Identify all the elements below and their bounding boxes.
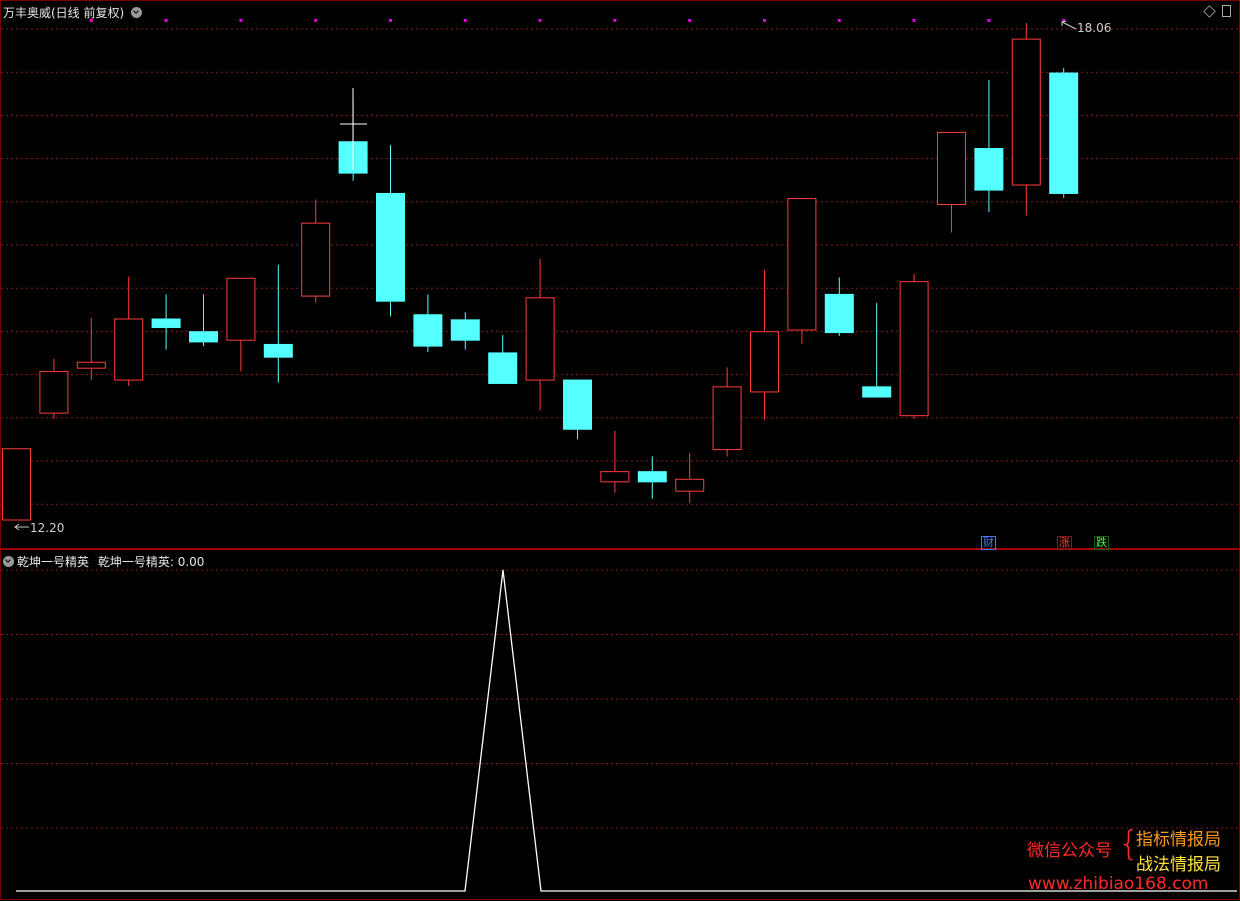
- indicator-value: 0.00: [177, 555, 205, 569]
- candle-body: [450, 319, 480, 341]
- candle: [39, 358, 69, 420]
- candle: [450, 312, 480, 350]
- candle-body: [712, 386, 742, 451]
- candle: [189, 294, 218, 347]
- candle: [488, 335, 518, 384]
- candle: [862, 302, 892, 398]
- min-price-label: 12.20: [30, 521, 64, 535]
- candle: [1049, 67, 1079, 198]
- candle-body: [862, 386, 892, 398]
- candle-body: [413, 314, 443, 347]
- candle-body: [600, 471, 630, 483]
- top-marker: [239, 19, 243, 22]
- candle-body: [39, 371, 69, 414]
- main-title: 万丰奥威(日线 前复权): [3, 6, 125, 20]
- finance-event-tag[interactable]: 财: [981, 536, 996, 550]
- min-price-annotation: 12.20: [14, 521, 64, 535]
- indicator-dropdown-icon[interactable]: [3, 556, 14, 567]
- candle-body: [189, 331, 218, 343]
- rise-event-tag[interactable]: 涨: [1057, 536, 1072, 550]
- candle-body: [226, 277, 256, 341]
- top-marker: [987, 19, 991, 22]
- top-marker: [912, 19, 916, 22]
- candle-body: [525, 297, 555, 381]
- candle: [525, 258, 555, 411]
- candle: [824, 277, 854, 336]
- candle-body: [787, 198, 817, 331]
- candle: [413, 294, 443, 353]
- indicator-label: 乾坤一号精英: [97, 555, 170, 569]
- candle: [600, 430, 630, 493]
- candle-body: [1011, 38, 1041, 186]
- max-price-annotation: 18.06: [1061, 20, 1111, 35]
- candle-body: [750, 331, 779, 393]
- top-marker: [164, 19, 168, 22]
- indicator-grid: [1, 569, 1239, 829]
- candle-body: [376, 192, 405, 302]
- max-price-label: 18.06: [1077, 21, 1111, 35]
- candle-body: [151, 318, 181, 328]
- top-marker: [763, 19, 766, 22]
- top-marker: [314, 19, 318, 22]
- top-markers: [89, 19, 1066, 22]
- watermark-url: www.zhibiao168.com: [1028, 874, 1209, 894]
- candlestick-series: [2, 23, 1079, 521]
- candle: [563, 379, 592, 440]
- candle: [263, 264, 293, 383]
- candle: [226, 277, 256, 372]
- candle: [750, 269, 779, 420]
- candle: [637, 456, 667, 499]
- candle: [151, 294, 181, 350]
- candle-body: [824, 293, 854, 334]
- chart-frame: 18.06 12.20: [0, 0, 1240, 900]
- candle: [376, 145, 405, 317]
- candle-body: [563, 379, 592, 430]
- indicator-title-bar: 乾坤一号精英 乾坤一号精英: 0.00: [3, 553, 204, 570]
- candle-body: [488, 352, 518, 384]
- candle-body: [1049, 72, 1079, 194]
- fall-event-tag[interactable]: 跌: [1094, 536, 1109, 550]
- watermark-wechat: 微信公众号: [1027, 841, 1112, 861]
- candle-body: [974, 148, 1004, 191]
- window-toggle-icon[interactable]: [1222, 5, 1231, 17]
- candle-body: [2, 448, 31, 521]
- candle-body: [637, 471, 667, 483]
- top-marker: [538, 19, 542, 22]
- candle: [76, 318, 106, 381]
- candle: [114, 276, 144, 386]
- candle: [675, 452, 705, 504]
- top-marker: [613, 19, 617, 22]
- watermark-line2: 战法情报局: [1136, 855, 1221, 875]
- candle: [712, 367, 742, 457]
- candle: [2, 448, 31, 521]
- top-marker: [688, 19, 692, 22]
- candle-body: [76, 361, 106, 369]
- candle-body: [937, 131, 966, 205]
- candle-body: [263, 343, 293, 358]
- top-marker: [837, 19, 841, 22]
- top-marker: [389, 19, 392, 22]
- candle: [899, 274, 929, 420]
- candle: [937, 131, 966, 233]
- candle-body: [114, 318, 144, 381]
- candle: [787, 198, 817, 344]
- candle: [1011, 23, 1041, 216]
- watermark-line1: 指标情报局: [1136, 830, 1221, 850]
- candle-body: [675, 478, 705, 492]
- indicator-name: 乾坤一号精英: [17, 555, 90, 569]
- candle: [301, 199, 331, 303]
- top-marker: [463, 19, 467, 22]
- candle-body: [301, 222, 331, 297]
- candle-body: [899, 281, 929, 417]
- candle: [974, 79, 1004, 213]
- main-title-bar: 万丰奥威(日线 前复权): [3, 4, 143, 21]
- title-dropdown-icon[interactable]: [131, 7, 143, 18]
